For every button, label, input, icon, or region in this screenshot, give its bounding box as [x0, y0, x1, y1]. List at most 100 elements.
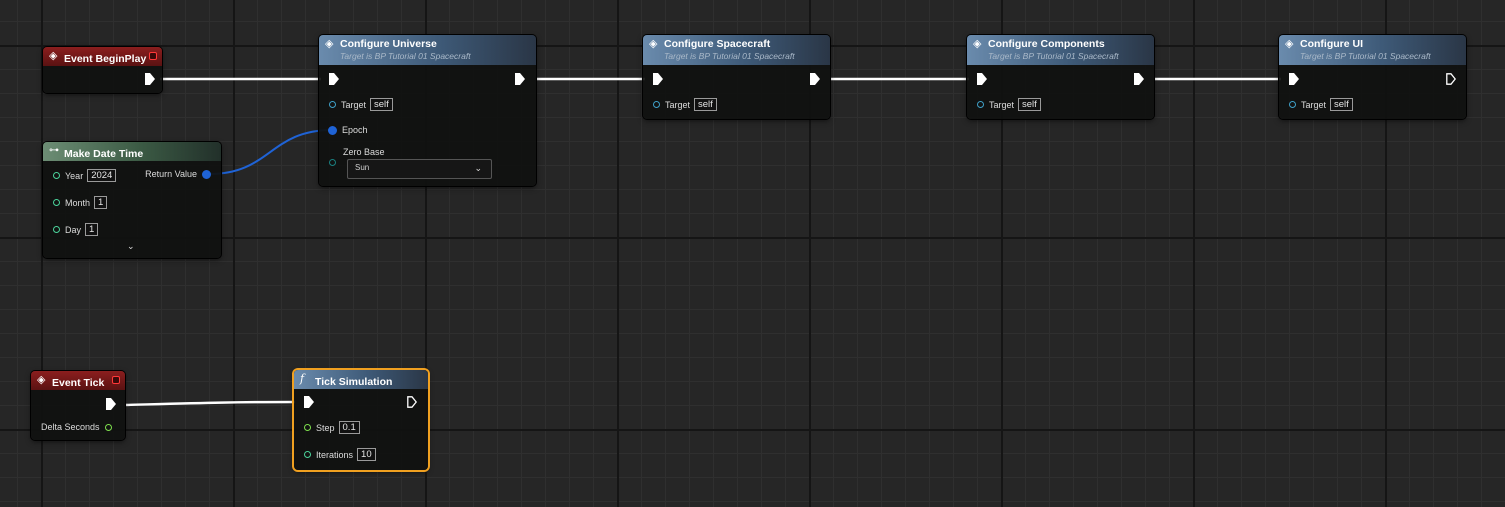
node-subtitle: Target is BP Tutorial 01 Spacecraft [664, 51, 795, 61]
month-pin-row: Month 1 [53, 196, 108, 209]
year-label: Year [65, 170, 84, 181]
configure-universe-node[interactable]: ◈ Configure Universe Target is BP Tutori… [319, 35, 536, 186]
zero-base-pin[interactable] [329, 159, 336, 166]
target-pin-row: Target self [653, 98, 717, 111]
exec-in-pin[interactable] [977, 73, 987, 85]
make-struct-icon: ⊶ [49, 145, 59, 156]
target-label: Target [665, 99, 691, 110]
exec-wire-tick-simulation [124, 400, 296, 407]
node-title: Configure Components [988, 38, 1105, 50]
delegate-pin-icon[interactable] [112, 376, 120, 384]
delta-seconds-pin[interactable] [104, 423, 112, 431]
delta-seconds-label: Delta Seconds [41, 422, 100, 432]
function-diamond-icon: ◈ [973, 38, 982, 50]
target-label: Target [1301, 99, 1327, 110]
return-value-pin[interactable] [202, 169, 211, 179]
node-title: Configure Spacecraft [664, 38, 771, 50]
exec-out-pin-unconnected[interactable] [407, 396, 417, 408]
node-title: Configure UI [1300, 38, 1363, 50]
day-pin[interactable] [53, 226, 60, 233]
target-pin-row: Target self [329, 98, 393, 111]
node-title: Configure Universe [340, 38, 437, 50]
step-pin-row: Step 0.1 [304, 421, 360, 434]
function-diamond-icon: ◈ [325, 38, 334, 50]
node-title: Tick Simulation [315, 376, 393, 388]
delta-seconds-row: Delta Seconds [41, 422, 112, 432]
day-pin-row: Day 1 [53, 223, 99, 236]
node-subtitle: Target is BP Tutorial 01 Spacecraft [1300, 51, 1431, 61]
node-header: ⊶ Make Date Time [43, 142, 221, 161]
zero-base-label: Zero Base [343, 147, 385, 157]
event-tick-node[interactable]: ◈ Event Tick Delta Seconds [31, 371, 125, 440]
node-header: ◈ Configure Spacecraft Target is BP Tuto… [643, 35, 830, 65]
day-value[interactable]: 1 [85, 223, 99, 236]
configure-spacecraft-node[interactable]: ◈ Configure Spacecraft Target is BP Tuto… [643, 35, 830, 119]
configure-ui-node[interactable]: ◈ Configure UI Target is BP Tutorial 01 … [1279, 35, 1466, 119]
event-beginplay-node[interactable]: ◈ Event BeginPlay [43, 47, 162, 93]
epoch-pin-row: Epoch [328, 125, 368, 135]
exec-out-pin[interactable] [810, 73, 820, 85]
target-value[interactable]: self [1018, 98, 1041, 111]
make-date-time-node[interactable]: ⊶ Make Date Time Year 2024 Return Value … [43, 142, 221, 258]
exec-out-pin[interactable] [1134, 73, 1144, 85]
expand-chevron-icon[interactable]: ⌄ [127, 241, 135, 252]
epoch-label: Epoch [342, 125, 368, 135]
exec-in-pin[interactable] [304, 396, 314, 408]
return-value-label: Return Value [145, 169, 197, 179]
iterations-pin-row: Iterations 10 [304, 448, 376, 461]
zero-base-dropdown[interactable]: Sun ⌄ [347, 159, 492, 179]
year-value[interactable]: 2024 [87, 169, 117, 182]
event-diamond-icon: ◈ [49, 50, 58, 62]
zero-base-label-row: Zero Base [343, 147, 385, 157]
exec-in-pin[interactable] [653, 73, 663, 85]
node-title: Make Date Time [64, 148, 144, 160]
target-value[interactable]: self [694, 98, 717, 111]
tick-simulation-node[interactable]: f Tick Simulation Step 0.1 Iterations 10 [294, 370, 428, 470]
function-diamond-icon: ◈ [1285, 38, 1294, 50]
exec-in-pin[interactable] [329, 73, 339, 85]
configure-components-node[interactable]: ◈ Configure Components Target is BP Tuto… [967, 35, 1154, 119]
node-header: ◈ Configure Universe Target is BP Tutori… [319, 35, 536, 65]
day-label: Day [65, 224, 82, 235]
event-diamond-icon: ◈ [37, 374, 46, 386]
epoch-pin[interactable] [328, 125, 337, 135]
year-pin[interactable] [53, 172, 60, 179]
target-pin[interactable] [653, 101, 660, 108]
month-pin[interactable] [53, 199, 60, 206]
node-header: ◈ Configure UI Target is BP Tutorial 01 … [1279, 35, 1466, 65]
target-value[interactable]: self [370, 98, 393, 111]
node-header: ◈ Configure Components Target is BP Tuto… [967, 35, 1154, 65]
exec-out-pin[interactable] [515, 73, 525, 85]
exec-out-pin-unconnected[interactable] [1446, 73, 1456, 85]
chevron-down-icon: ⌄ [474, 163, 482, 173]
year-pin-row: Year 2024 [53, 169, 117, 182]
function-diamond-icon: ◈ [649, 38, 658, 50]
target-pin-row: Target self [1289, 98, 1353, 111]
target-pin[interactable] [1289, 101, 1296, 108]
exec-out-pin[interactable] [145, 73, 155, 85]
datetime-wire-epoch [209, 129, 333, 175]
node-subtitle: Target is BP Tutorial 01 Spacecraft [988, 51, 1119, 61]
node-header: ◈ Event Tick [31, 371, 125, 390]
exec-out-pin[interactable] [106, 398, 116, 410]
target-pin[interactable] [329, 101, 336, 108]
node-title: Event Tick [52, 377, 105, 389]
target-pin[interactable] [977, 101, 984, 108]
delegate-pin-icon[interactable] [149, 52, 157, 60]
target-label: Target [341, 99, 367, 110]
node-header: ◈ Event BeginPlay [43, 47, 162, 66]
node-header: f Tick Simulation [294, 370, 428, 389]
step-pin[interactable] [304, 424, 311, 431]
target-pin-row: Target self [977, 98, 1041, 111]
iterations-pin[interactable] [304, 451, 311, 458]
iterations-value[interactable]: 10 [357, 448, 376, 461]
exec-in-pin[interactable] [1289, 73, 1299, 85]
month-label: Month [65, 197, 91, 208]
step-label: Step [316, 422, 335, 433]
node-title: Event BeginPlay [64, 53, 147, 65]
zero-base-value: Sun [355, 163, 370, 172]
iterations-label: Iterations [316, 449, 354, 460]
month-value[interactable]: 1 [94, 196, 108, 209]
target-value[interactable]: self [1330, 98, 1353, 111]
step-value[interactable]: 0.1 [338, 421, 360, 434]
